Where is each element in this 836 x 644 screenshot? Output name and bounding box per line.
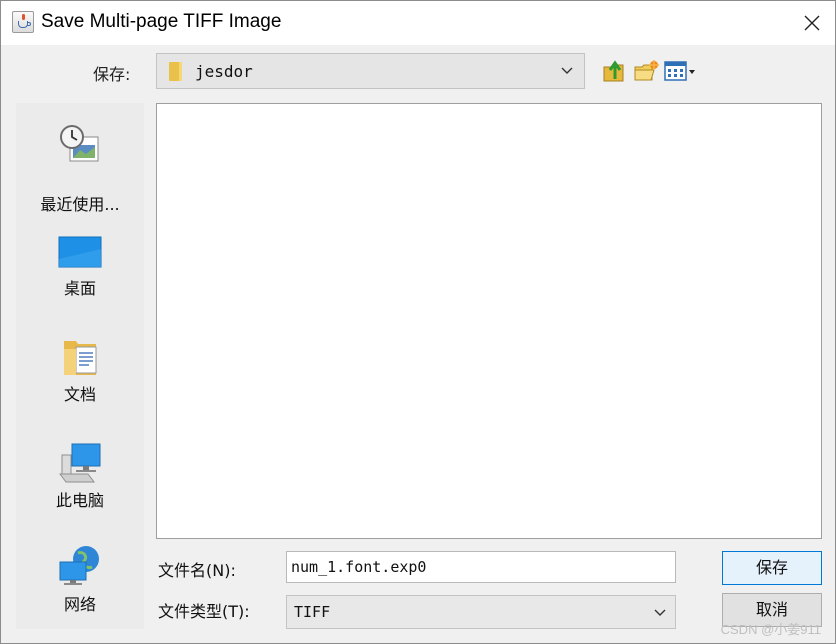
up-one-level-icon (603, 60, 624, 82)
place-network[interactable]: 网络 (16, 545, 144, 635)
file-name-label: 文件名(N): (158, 561, 236, 580)
documents-icon (64, 341, 97, 375)
file-name-field[interactable] (286, 551, 676, 583)
place-label: 网络 (63, 595, 96, 614)
close-icon (804, 15, 820, 31)
place-label: 最近使用... (40, 195, 120, 214)
place-label: 桌面 (63, 279, 96, 298)
new-folder-button[interactable] (632, 57, 660, 85)
place-computer[interactable]: 此电脑 (16, 441, 144, 531)
save-in-label: 保存: (93, 65, 131, 84)
desktop-icon (58, 236, 102, 268)
chevron-down-icon (561, 67, 573, 74)
place-label: 此电脑 (55, 491, 104, 510)
file-type-dropdown[interactable]: TIFF (286, 595, 676, 629)
new-folder-icon (634, 60, 659, 81)
computer-icon (59, 443, 101, 483)
save-in-value: jesdor (195, 62, 253, 81)
place-label: 文档 (63, 385, 96, 404)
window-title: Save Multi-page TIFF Image (41, 11, 282, 32)
folder-icon (169, 62, 182, 81)
java-cup-icon (12, 11, 34, 33)
file-type-value: TIFF (294, 603, 331, 621)
save-dialog: Save Multi-page TIFF Image 保存: jesdor 最近… (0, 0, 836, 644)
network-icon (59, 546, 99, 585)
watermark: CSDN @小姜911 (720, 622, 821, 637)
save-button[interactable]: 保存 (722, 551, 822, 585)
places-bar: 最近使用... 桌面 文档 此电脑 网络 (16, 103, 144, 629)
view-menu-icon (664, 61, 695, 81)
close-button[interactable] (789, 1, 835, 45)
view-menu-button[interactable] (663, 57, 699, 85)
file-list[interactable] (156, 103, 822, 539)
recent-items-icon (60, 125, 99, 162)
save-in-dropdown[interactable]: jesdor (156, 53, 585, 89)
place-desktop[interactable]: 桌面 (16, 229, 144, 319)
place-recent[interactable]: 最近使用... (16, 123, 144, 214)
chevron-down-icon (654, 609, 666, 616)
place-documents[interactable]: 文档 (16, 335, 144, 425)
file-type-label: 文件类型(T): (158, 602, 250, 621)
title-bar: Save Multi-page TIFF Image (1, 1, 835, 45)
up-one-level-button[interactable] (601, 57, 629, 85)
